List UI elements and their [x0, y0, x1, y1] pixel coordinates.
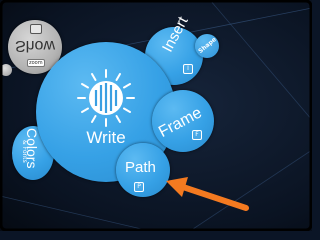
shape-label: Shape — [197, 36, 218, 55]
frame-bubble[interactable]: Frame F — [152, 90, 214, 152]
show-screen-icon — [30, 24, 42, 34]
prezi-logo-icon — [77, 69, 135, 127]
frame-shortcut-key: F — [192, 130, 202, 140]
shape-bubble[interactable]: Shape — [195, 34, 219, 58]
zoom-badge: zoom — [27, 59, 45, 67]
show-label: Show — [14, 37, 56, 54]
orange-arrow-icon — [166, 177, 249, 211]
path-shortcut-key: P — [134, 182, 144, 192]
path-label: Path — [125, 159, 156, 176]
colors-sublabel: & Fonts — [21, 140, 28, 163]
insert-shortcut-key: I — [183, 64, 193, 74]
show-mini-bubble[interactable] — [0, 64, 12, 76]
path-bubble[interactable]: Path P — [116, 143, 170, 197]
prezi-canvas[interactable]: Show zoom Colors & Fonts Insert I Shape — [0, 0, 312, 231]
